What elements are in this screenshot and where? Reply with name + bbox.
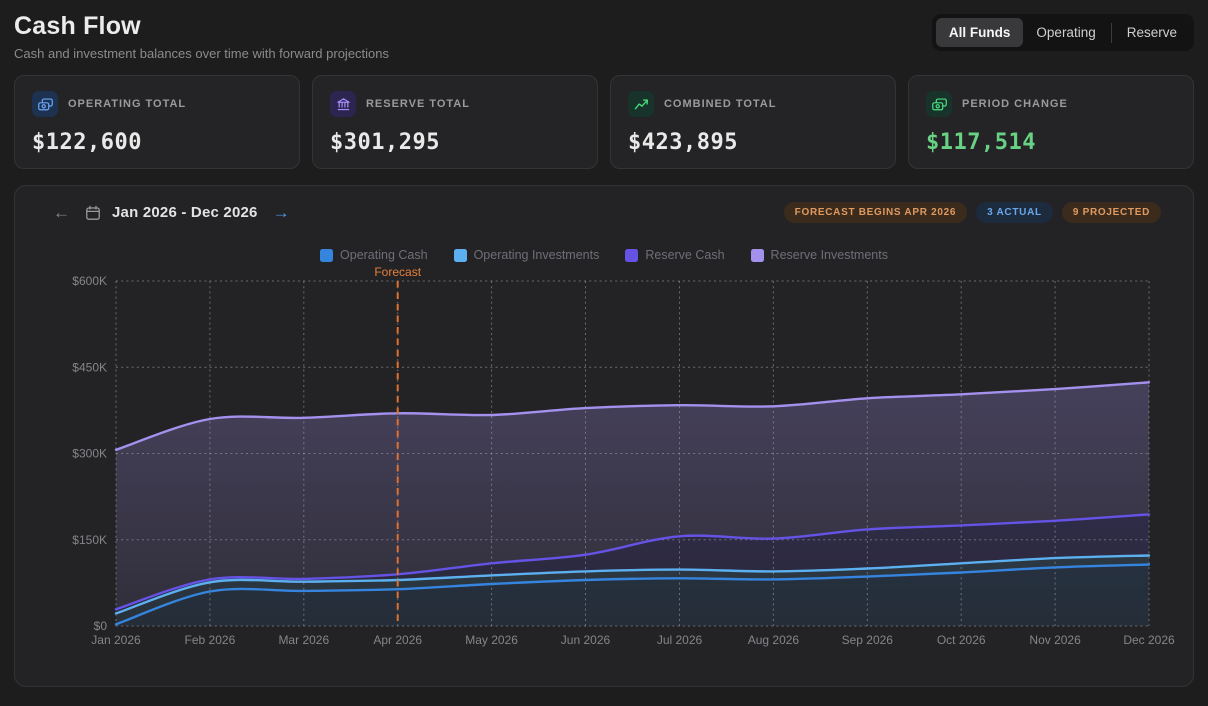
stat-label: RESERVE TOTAL — [366, 98, 470, 110]
legend-label: Reserve Cash — [645, 248, 724, 262]
legend-swatch — [625, 249, 638, 262]
page-subtitle: Cash and investment balances over time w… — [14, 46, 389, 61]
previous-period-button[interactable]: ← — [49, 202, 74, 223]
calendar-icon — [85, 205, 101, 221]
legend-swatch — [320, 249, 333, 262]
svg-text:Nov 2026: Nov 2026 — [1029, 633, 1081, 647]
stat-label: OPERATING TOTAL — [68, 98, 186, 110]
forecast-label: Forecast — [374, 265, 421, 279]
svg-text:$300K: $300K — [72, 447, 107, 461]
svg-text:Jul 2026: Jul 2026 — [657, 633, 703, 647]
legend-swatch — [751, 249, 764, 262]
svg-text:Feb 2026: Feb 2026 — [185, 633, 236, 647]
stat-value: $423,895 — [628, 130, 878, 155]
cash-flow-chart-panel: ← Jan 2026 - Dec 2026 → FORECAST BEGINS … — [14, 185, 1194, 687]
chart-svg: $0 $150K $300K $450K $600K Jan 2026 Feb 2026 Ma… — [33, 265, 1177, 653]
legend-label: Operating Investments — [474, 248, 600, 262]
stat-card-operating-total: OPERATING TOTAL $122,600 — [14, 75, 300, 169]
tab-reserve[interactable]: Reserve — [1114, 18, 1190, 47]
legend-item-operating-cash: Operating Cash — [320, 248, 428, 262]
stat-label: COMBINED TOTAL — [664, 98, 776, 110]
svg-text:$0: $0 — [94, 619, 108, 633]
fund-filter-tabs: All Funds Operating Reserve — [932, 14, 1194, 51]
actual-count-badge: 3 ACTUAL — [976, 202, 1053, 223]
legend-item-reserve-investments: Reserve Investments — [751, 248, 888, 262]
svg-text:May 2026: May 2026 — [465, 633, 518, 647]
legend-label: Operating Cash — [340, 248, 428, 262]
stat-label: PERIOD CHANGE — [962, 98, 1068, 110]
stat-card-reserve-total: RESERVE TOTAL $301,295 — [312, 75, 598, 169]
tab-divider — [1111, 23, 1112, 43]
svg-text:Sep 2026: Sep 2026 — [842, 633, 894, 647]
svg-text:Aug 2026: Aug 2026 — [748, 633, 800, 647]
trending-up-icon — [628, 91, 654, 117]
svg-text:$150K: $150K — [72, 533, 107, 547]
svg-text:Jan 2026: Jan 2026 — [91, 633, 141, 647]
stat-value: $301,295 — [330, 130, 580, 155]
legend-item-operating-investments: Operating Investments — [454, 248, 600, 262]
svg-text:Oct 2026: Oct 2026 — [937, 633, 986, 647]
tab-operating[interactable]: Operating — [1023, 18, 1108, 47]
svg-text:$600K: $600K — [72, 274, 107, 288]
svg-text:Apr 2026: Apr 2026 — [373, 633, 422, 647]
stat-card-period-change: PERIOD CHANGE $117,514 — [908, 75, 1194, 169]
page-header: Cash Flow Cash and investment balances o… — [14, 12, 1194, 61]
svg-text:Jun 2026: Jun 2026 — [561, 633, 611, 647]
stacked-area-chart[interactable]: $0 $150K $300K $450K $600K Jan 2026 Feb 2026 Ma… — [33, 265, 1175, 658]
stat-value: $117,514 — [926, 130, 1176, 155]
banknotes-icon — [32, 91, 58, 117]
legend-swatch — [454, 249, 467, 262]
page-title: Cash Flow — [14, 12, 389, 41]
status-badges: FORECAST BEGINS APR 2026 3 ACTUAL 9 PROJ… — [784, 202, 1161, 223]
chart-legend: Operating Cash Operating Investments Reser… — [33, 247, 1175, 263]
legend-item-reserve-cash: Reserve Cash — [625, 248, 724, 262]
projected-count-badge: 9 PROJECTED — [1062, 202, 1161, 223]
period-range-label: Jan 2026 - Dec 2026 — [112, 204, 258, 221]
tab-all-funds[interactable]: All Funds — [936, 18, 1024, 47]
forecast-begins-badge: FORECAST BEGINS APR 2026 — [784, 202, 967, 223]
title-block: Cash Flow Cash and investment balances o… — [14, 12, 389, 61]
legend-label: Reserve Investments — [771, 248, 888, 262]
banknotes-icon — [926, 91, 952, 117]
stat-cards-row: OPERATING TOTAL $122,600 RESERVE TOTAL $… — [14, 75, 1194, 169]
svg-text:Dec 2026: Dec 2026 — [1123, 633, 1175, 647]
svg-text:Mar 2026: Mar 2026 — [278, 633, 329, 647]
bank-icon — [330, 91, 356, 117]
stat-card-combined-total: COMBINED TOTAL $423,895 — [610, 75, 896, 169]
chart-header: ← Jan 2026 - Dec 2026 → FORECAST BEGINS … — [33, 202, 1175, 223]
svg-text:$450K: $450K — [72, 360, 107, 374]
next-period-button[interactable]: → — [269, 202, 294, 223]
period-navigation: ← Jan 2026 - Dec 2026 → — [49, 202, 294, 223]
stat-value: $122,600 — [32, 130, 282, 155]
